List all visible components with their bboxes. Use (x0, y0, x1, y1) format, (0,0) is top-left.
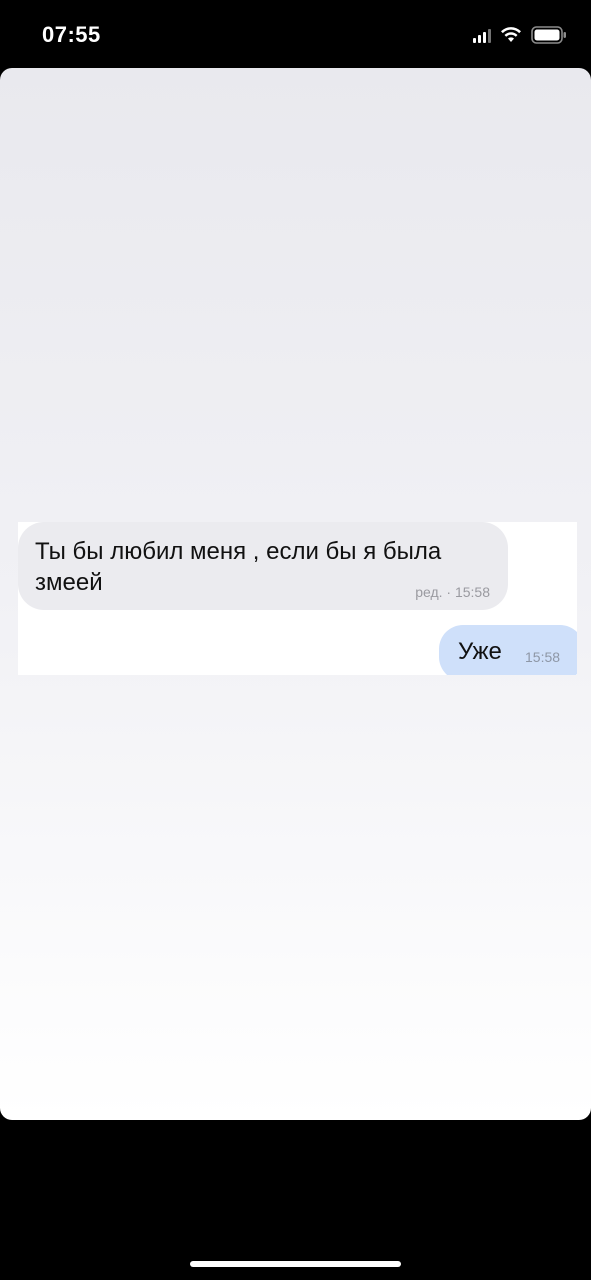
status-icons (473, 26, 567, 44)
chat-screenshot-image: Ты бы любил меня , если бы я была змеей … (18, 522, 577, 675)
incoming-message-bubble: Ты бы любил меня , если бы я была змеей … (18, 522, 508, 610)
outgoing-message-text: Уже (458, 638, 502, 665)
phone-screen: 07:55 Ты бы любил меня , если бы я была … (0, 0, 591, 1280)
home-indicator[interactable] (190, 1261, 401, 1267)
battery-icon (531, 26, 567, 44)
wifi-icon (500, 27, 522, 43)
outgoing-message-bubble: Уже 15:58 (439, 625, 577, 675)
status-bar: 07:55 (0, 0, 591, 68)
status-time: 07:55 (42, 22, 101, 47)
outgoing-message-time: 15:58 (525, 649, 561, 665)
incoming-message-meta: ред. · 15:58 (415, 584, 490, 600)
content-card: Ты бы любил меня , если бы я была змеей … (0, 68, 591, 1120)
signal-icon (473, 27, 491, 43)
